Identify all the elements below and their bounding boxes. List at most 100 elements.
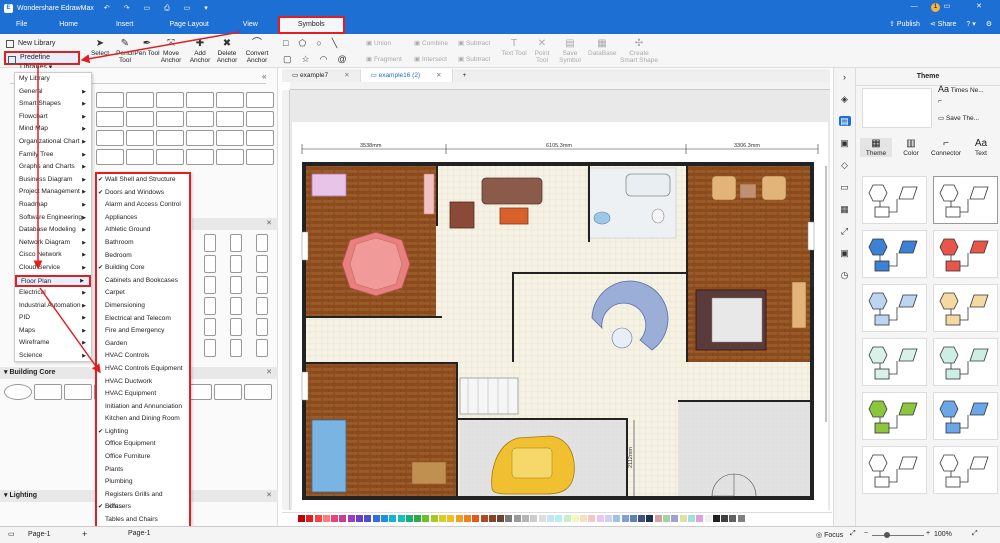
symbol-item[interactable]: [230, 297, 242, 315]
intersect-button[interactable]: ▣ Intersect: [414, 55, 447, 63]
symbol-item[interactable]: [216, 149, 244, 165]
theme-option[interactable]: [862, 392, 927, 440]
symbol-item[interactable]: [246, 111, 274, 127]
palette-swatch[interactable]: [580, 515, 588, 522]
palette-swatch[interactable]: [538, 515, 546, 522]
floor-plan-library-item[interactable]: Fire and Emergency: [97, 325, 189, 338]
tab-text[interactable]: Aa Text: [965, 138, 997, 157]
theme-option[interactable]: [933, 392, 998, 440]
select-tool-button[interactable]: ➤ Select: [86, 38, 114, 57]
window-right[interactable]: [807, 221, 815, 251]
menu-home[interactable]: Home: [43, 16, 94, 34]
zoom-slider-knob[interactable]: [884, 532, 890, 538]
palette-swatch[interactable]: [704, 515, 712, 522]
collapse-panel-icon[interactable]: «: [262, 72, 266, 81]
symbol-item[interactable]: [230, 339, 242, 357]
shape-tools-row2[interactable]: ▢ ☆ ◠ @: [283, 54, 347, 65]
menu-insert[interactable]: Insert: [94, 16, 156, 34]
drawing-page[interactable]: 3538mm 6105.3mm 3306.3mm 6393.6mm 2112mm: [292, 122, 828, 510]
floor-plan-library-item[interactable]: Tables and Chairs: [97, 514, 189, 527]
palette-swatch[interactable]: [712, 515, 720, 522]
symbol-item[interactable]: [156, 92, 184, 108]
symbol-item[interactable]: [4, 384, 32, 400]
close-section-icon[interactable]: ✕: [266, 218, 272, 230]
publish-button[interactable]: ⇪ Publish: [889, 20, 920, 28]
subtract-2-button[interactable]: ▣ Subtract: [458, 55, 490, 63]
palette-swatch[interactable]: [347, 515, 355, 522]
wardrobe[interactable]: [423, 173, 435, 215]
palette-swatch[interactable]: [322, 515, 330, 522]
window-left[interactable]: [301, 371, 309, 401]
fit-page-icon[interactable]: ⤢: [850, 530, 856, 538]
tab-example7[interactable]: ▭ example7 ✕: [282, 69, 361, 82]
convert-anchor-button[interactable]: ⌒ Convert Anchor: [243, 38, 271, 64]
symbol-item[interactable]: [246, 149, 274, 165]
symbol-item[interactable]: [244, 384, 272, 400]
symbol-item[interactable]: [230, 255, 242, 273]
tab-connector[interactable]: ⌐ Connector: [930, 138, 962, 157]
palette-swatch[interactable]: [663, 515, 671, 522]
palette-swatch[interactable]: [563, 515, 571, 522]
symbol-item[interactable]: [216, 111, 244, 127]
palette-swatch[interactable]: [721, 515, 729, 522]
desk[interactable]: [411, 461, 447, 485]
library-menu-item[interactable]: PID ▶: [15, 312, 91, 325]
fill-bucket-icon[interactable]: ◈: [839, 94, 851, 104]
floor-plan-library-item[interactable]: HVAC Controls Equipment: [97, 363, 189, 376]
palette-swatch[interactable]: [439, 515, 447, 522]
floor-plan-library-item[interactable]: Dimensioning: [97, 300, 189, 313]
add-anchor-button[interactable]: ✚ Add Anchor: [186, 38, 214, 64]
move-anchor-button[interactable]: ⤧ Move Anchor: [157, 38, 185, 64]
palette-swatch[interactable]: [638, 515, 646, 522]
section-doors-header[interactable]: ✕: [192, 218, 278, 230]
floor-plan-library-item[interactable]: Cabinets and Bookcases: [97, 275, 189, 288]
floor-plan-library-item[interactable]: Bedroom: [97, 250, 189, 263]
share-button[interactable]: ⋖ Share: [930, 20, 957, 28]
palette-swatch[interactable]: [530, 515, 538, 522]
delete-anchor-button[interactable]: ✖ Delete Anchor: [213, 38, 241, 64]
palette-swatch[interactable]: [422, 515, 430, 522]
symbol-item[interactable]: [186, 92, 214, 108]
connector-style-icon[interactable]: ⌐: [938, 98, 942, 105]
palette-swatch[interactable]: [696, 515, 704, 522]
symbol-item[interactable]: [126, 149, 154, 165]
zoom-level[interactable]: 100%: [934, 531, 952, 538]
zoom-slider[interactable]: [872, 535, 924, 536]
palette-swatch[interactable]: [513, 515, 521, 522]
library-menu-item[interactable]: Organizational Chart ▶: [15, 136, 91, 149]
theme-font-button[interactable]: Aa Times Ne...: [938, 84, 984, 94]
sofa-top[interactable]: [481, 177, 543, 205]
quick-access-toolbar[interactable]: ↶ ↷ ▭ ⎙ ▭ ▾: [104, 4, 214, 13]
tab-theme[interactable]: ▦ Theme: [860, 138, 892, 157]
library-menu-item[interactable]: Roadmap ▶: [15, 199, 91, 212]
floor-plan-library-item[interactable]: Alarm and Access Control: [97, 199, 189, 212]
library-menu-item[interactable]: Science ▶: [15, 350, 91, 363]
floor-plan-library-item[interactable]: Office Furniture: [97, 451, 189, 464]
add-page-button[interactable]: +: [82, 529, 87, 539]
page-layout-icon[interactable]: ▭: [8, 530, 15, 538]
page-icon[interactable]: ▭: [839, 182, 851, 192]
library-menu-item[interactable]: Flowchart ▶: [15, 111, 91, 124]
palette-swatch[interactable]: [629, 515, 637, 522]
symbol-item[interactable]: [204, 297, 216, 315]
shape-tools-row1[interactable]: □ ⬠ ○ ╲: [283, 38, 337, 49]
library-menu-item[interactable]: Wireframe ▶: [15, 337, 91, 350]
symbol-item[interactable]: [156, 149, 184, 165]
predefined-libraries-button[interactable]: Predefine Libraries ▾: [4, 51, 80, 71]
fullscreen-icon[interactable]: ⤢: [972, 530, 978, 538]
palette-swatch[interactable]: [488, 515, 496, 522]
menu-file[interactable]: File: [0, 16, 43, 34]
symbol-item[interactable]: [204, 339, 216, 357]
fit-icon[interactable]: ⤢: [839, 226, 851, 236]
library-menu-item[interactable]: Floor Plan ▶: [15, 274, 91, 288]
window-left[interactable]: [301, 231, 309, 261]
library-menu-item[interactable]: Database Modeling ▶: [15, 224, 91, 237]
palette-swatch[interactable]: [397, 515, 405, 522]
theme-option[interactable]: [862, 230, 927, 278]
rounded-rectangle-icon[interactable]: ▢: [283, 54, 292, 65]
help-icon[interactable]: ? ▾: [966, 20, 975, 28]
sink[interactable]: [593, 211, 611, 225]
palette-swatch[interactable]: [687, 515, 695, 522]
close-section-icon[interactable]: ✕: [266, 490, 272, 502]
menu-page-layout[interactable]: Page Layout: [155, 16, 222, 34]
